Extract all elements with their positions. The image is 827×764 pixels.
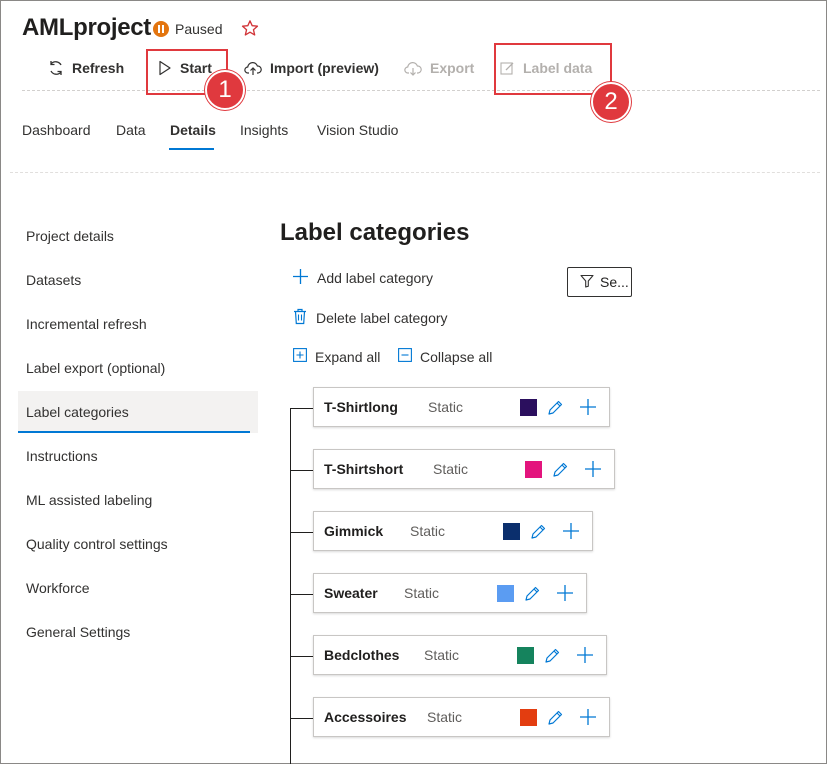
category-card-bedclothes[interactable]: Bedclothes Static [313, 635, 607, 675]
color-swatch[interactable] [517, 647, 534, 664]
pencil-icon[interactable] [523, 585, 541, 608]
category-name: Bedclothes [324, 647, 400, 663]
tree-branch [290, 408, 313, 409]
category-type: Static [404, 585, 440, 601]
collapse-all-button[interactable]: Collapse all [398, 348, 492, 365]
category-name: T-Shirtshort [324, 461, 404, 477]
import-label: Import (preview) [270, 60, 379, 76]
category-type: Static [427, 709, 463, 725]
category-card-gimmick[interactable]: Gimmick Static [313, 511, 593, 551]
add-subcategory-icon[interactable] [584, 460, 602, 483]
trash-icon [292, 308, 308, 328]
color-swatch[interactable] [520, 399, 537, 416]
category-card-t-shirtlong[interactable]: T-Shirtlong Static [313, 387, 610, 427]
pencil-icon[interactable] [546, 399, 564, 422]
add-subcategory-icon[interactable] [556, 584, 574, 607]
tab-dashboard[interactable]: Dashboard [22, 122, 91, 138]
cloud-upload-icon [244, 60, 262, 76]
add-label-category-button[interactable]: Add label category [292, 268, 433, 288]
filter-search-label: Se... [600, 274, 629, 290]
section-title: Label categories [280, 219, 470, 246]
add-label-category-label: Add label category [317, 270, 433, 286]
category-card-accessoires[interactable]: Accessoires Static [313, 697, 610, 737]
export-button: Export [404, 56, 474, 80]
tree-branch [290, 718, 313, 719]
header-divider [10, 172, 820, 173]
status-label: Paused [175, 21, 223, 37]
color-swatch[interactable] [520, 709, 537, 726]
sidebar-item-ml-assisted-labeling[interactable]: ML assisted labeling [26, 492, 152, 508]
command-bar: Refresh Start Import (preview) Export La… [22, 46, 820, 91]
sidebar-item-datasets[interactable]: Datasets [26, 272, 81, 288]
favorite-star-icon[interactable] [241, 19, 259, 42]
filter-search-button[interactable]: Se... [567, 267, 632, 297]
category-name: T-Shirtlong [324, 399, 398, 415]
collapse-all-label: Collapse all [420, 348, 493, 365]
refresh-label: Refresh [72, 60, 125, 76]
sidebar-item-label-export[interactable]: Label export (optional) [26, 360, 165, 376]
tree-branch [290, 532, 313, 533]
delete-label-category-label: Delete label category [316, 310, 448, 326]
sidebar-item-quality-control[interactable]: Quality control settings [26, 536, 168, 552]
paused-icon [153, 21, 169, 37]
add-subcategory-icon[interactable] [576, 646, 594, 669]
sidebar-item-incremental-refresh[interactable]: Incremental refresh [26, 316, 147, 332]
category-card-t-shirtshort[interactable]: T-Shirtshort Static [313, 449, 615, 489]
active-tab-indicator [169, 148, 214, 150]
tree-connector [290, 408, 291, 764]
import-button[interactable]: Import (preview) [244, 56, 379, 80]
color-swatch[interactable] [503, 523, 520, 540]
callout-box-label-data [494, 43, 612, 95]
expand-all-button[interactable]: Expand all [293, 348, 380, 365]
sidebar-active-indicator [18, 431, 250, 433]
refresh-icon [48, 60, 64, 76]
tree-branch [290, 470, 313, 471]
category-name: Sweater [324, 585, 378, 601]
expand-all-label: Expand all [315, 348, 381, 365]
category-type: Static [424, 647, 460, 663]
category-card-sweater[interactable]: Sweater Static [313, 573, 587, 613]
delete-label-category-button[interactable]: Delete label category [292, 308, 448, 328]
export-label: Export [430, 60, 475, 76]
refresh-button[interactable]: Refresh [48, 56, 124, 80]
pencil-icon[interactable] [529, 523, 547, 546]
sidebar-item-instructions[interactable]: Instructions [26, 448, 98, 464]
sidebar-item-general-settings[interactable]: General Settings [26, 624, 130, 640]
add-subcategory-icon[interactable] [579, 708, 597, 731]
plus-icon [292, 268, 309, 288]
sidebar-item-project-details[interactable]: Project details [26, 228, 114, 244]
tab-data[interactable]: Data [116, 122, 146, 138]
pencil-icon[interactable] [546, 709, 564, 732]
color-swatch[interactable] [525, 461, 542, 478]
tab-insights[interactable]: Insights [240, 122, 288, 138]
category-name: Accessoires [324, 709, 407, 725]
expand-icon [293, 348, 307, 365]
cloud-download-icon [404, 60, 422, 76]
add-subcategory-icon[interactable] [579, 398, 597, 421]
tree-branch [290, 656, 313, 657]
collapse-icon [398, 348, 412, 365]
pencil-icon[interactable] [543, 647, 561, 670]
tab-details[interactable]: Details [170, 122, 216, 138]
pencil-icon[interactable] [551, 461, 569, 484]
color-swatch[interactable] [497, 585, 514, 602]
category-type: Static [410, 523, 446, 539]
sidebar-item-workforce[interactable]: Workforce [26, 580, 90, 596]
category-type: Static [433, 461, 469, 477]
category-name: Gimmick [324, 523, 384, 539]
add-subcategory-icon[interactable] [562, 522, 580, 545]
callout-badge-2: 2 [591, 82, 631, 122]
filter-icon [580, 274, 594, 291]
project-title: AMLproject [22, 14, 152, 41]
sidebar-item-label-categories[interactable]: Label categories [26, 404, 129, 420]
tree-branch [290, 594, 313, 595]
tab-vision-studio[interactable]: Vision Studio [317, 122, 398, 138]
category-type: Static [428, 399, 464, 415]
callout-badge-1: 1 [205, 70, 245, 110]
